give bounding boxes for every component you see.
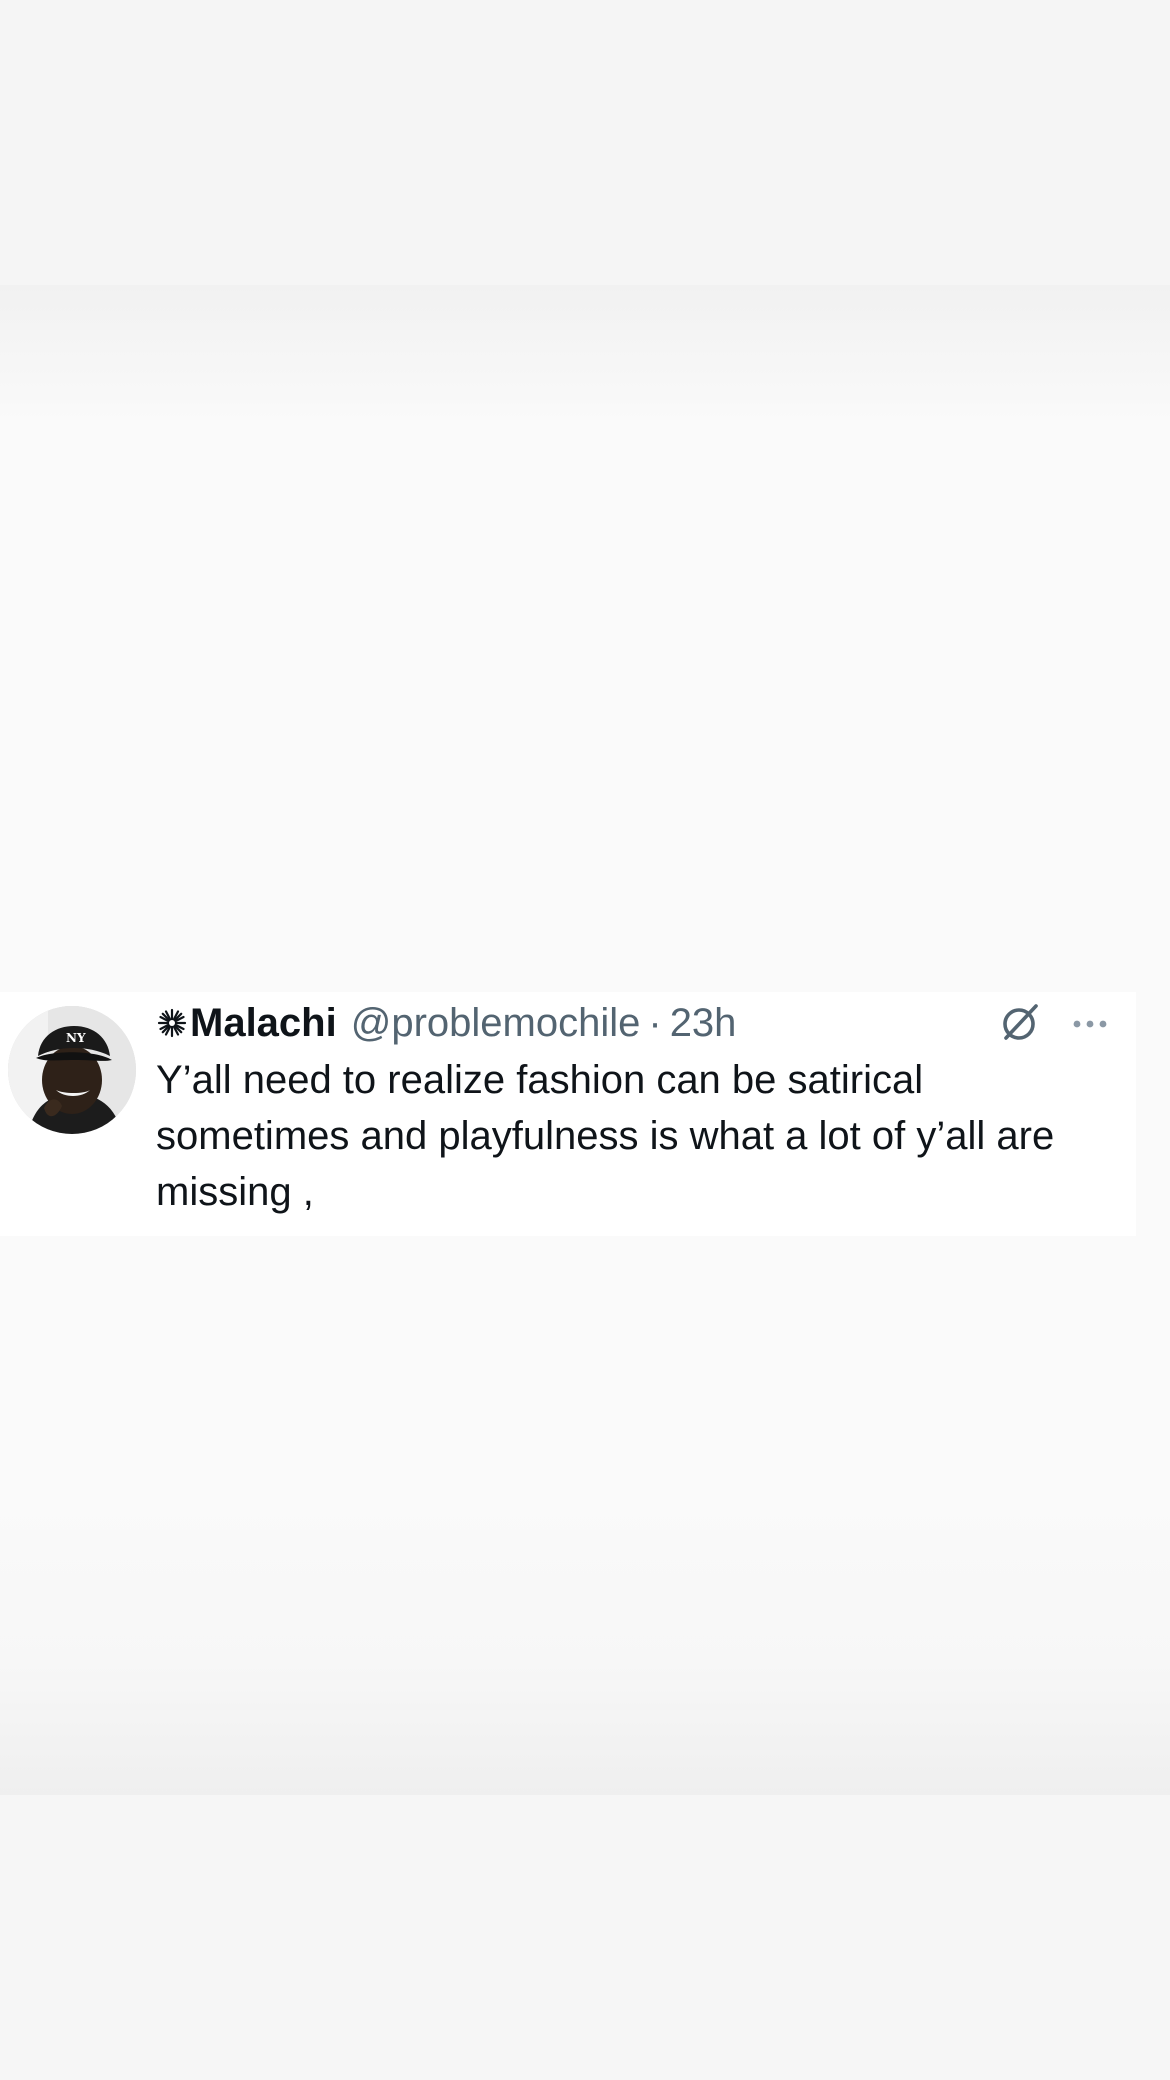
more-options-icon[interactable]: [1068, 1006, 1112, 1042]
tweet-header: Malachi @problemochile · 23h: [156, 994, 1086, 1052]
tweet-card[interactable]: NY Malachi @problemochile · 23h Y’all ne…: [0, 992, 1136, 1236]
sparkle-icon: [156, 1007, 188, 1039]
top-band: [0, 0, 1170, 285]
header-separator: ·: [648, 1000, 662, 1045]
tweet-body: Malachi @problemochile · 23h Y’all need …: [156, 994, 1086, 1220]
author-handle[interactable]: @problemochile: [351, 1001, 641, 1046]
tweet-text: Y’all need to realize fashion can be sat…: [156, 1058, 1055, 1214]
author-display-name[interactable]: Malachi: [190, 1001, 337, 1046]
svg-text:NY: NY: [66, 1031, 86, 1045]
tweet-timestamp[interactable]: 23h: [670, 1001, 737, 1046]
avatar[interactable]: NY: [8, 1006, 136, 1134]
bottom-band: [0, 1795, 1170, 2080]
grok-icon[interactable]: [998, 1000, 1042, 1044]
avatar-photo: NY: [8, 1006, 136, 1134]
